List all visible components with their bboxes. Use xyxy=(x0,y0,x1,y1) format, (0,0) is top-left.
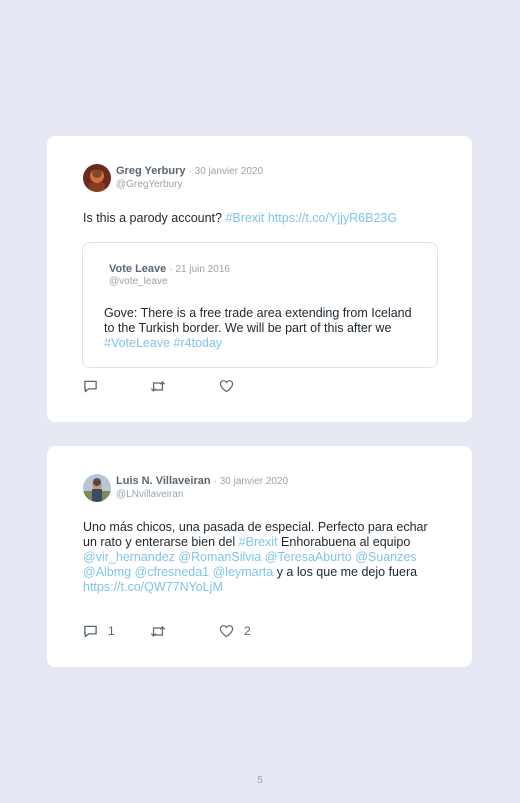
avatar[interactable] xyxy=(83,474,111,502)
quoted-tweet[interactable]: Vote Leave · 21 juin 2016 @vote_leave Go… xyxy=(82,242,438,368)
author-line: Greg Yerbury · 30 janvier 2020 xyxy=(116,165,263,177)
tweet-text-body: Enhorabuena al equipo xyxy=(277,535,411,549)
heart-icon xyxy=(219,625,234,638)
quoted-tweet-text: Gove: There is a free trade area extendi… xyxy=(104,306,422,351)
quoted-author-name: Vote Leave xyxy=(109,263,167,275)
url-link[interactable]: https://t.co/QW77NYoLjM xyxy=(83,580,223,594)
avatar[interactable] xyxy=(83,164,111,192)
tweet-actions xyxy=(83,378,413,394)
heart-icon xyxy=(219,380,234,393)
comment-icon xyxy=(84,625,97,637)
hashtag-link[interactable]: #Brexit xyxy=(239,535,278,549)
comment-icon xyxy=(84,380,97,392)
like-button[interactable]: 2 xyxy=(219,623,251,639)
tweet-actions: 1 2 xyxy=(83,623,413,639)
author-name[interactable]: Luis N. Villaveiran xyxy=(116,475,211,487)
page-number: 5 xyxy=(257,775,263,786)
author-handle[interactable]: @GregYerbury xyxy=(116,179,182,190)
tweet-text-body: Is this a parody account? xyxy=(83,211,226,225)
retweet-button[interactable] xyxy=(150,623,166,639)
retweet-icon xyxy=(150,380,166,392)
quoted-text-body: Gove: There is a free trade area extendi… xyxy=(104,306,412,335)
hashtag-link[interactable]: #r4today xyxy=(174,336,223,350)
hashtag-link[interactable]: #Brexit xyxy=(225,211,264,225)
tweet-text: Is this a parody account? #Brexit https:… xyxy=(83,211,433,226)
quoted-tweet-date: · 21 juin 2016 xyxy=(169,264,230,275)
tweet-date[interactable]: · 30 janvier 2020 xyxy=(214,476,289,487)
reply-button[interactable] xyxy=(83,378,98,394)
author-line: Luis N. Villaveiran · 30 janvier 2020 xyxy=(116,475,288,487)
reply-count: 1 xyxy=(108,624,115,638)
tweet-text: Uno más chicos, una pasada de especial. … xyxy=(83,520,433,595)
hashtag-link[interactable]: #VoteLeave xyxy=(104,336,170,350)
reply-button[interactable]: 1 xyxy=(83,623,115,639)
tweet-card[interactable]: Greg Yerbury · 30 janvier 2020 @GregYerb… xyxy=(47,136,472,422)
tweet-date[interactable]: · 30 janvier 2020 xyxy=(189,166,264,177)
author-name[interactable]: Greg Yerbury xyxy=(116,165,186,177)
tweet-card[interactable]: Luis N. Villaveiran · 30 janvier 2020 @L… xyxy=(47,446,472,667)
like-count: 2 xyxy=(244,624,251,638)
author-handle[interactable]: @LNvillaveiran xyxy=(116,489,183,500)
like-button[interactable] xyxy=(219,378,234,394)
tweet-text-body: y a los que me dejo fuera xyxy=(273,565,418,579)
retweet-icon xyxy=(150,625,166,637)
quoted-author-handle: @vote_leave xyxy=(109,276,168,287)
quoted-author-line: Vote Leave · 21 juin 2016 xyxy=(109,263,230,275)
retweet-button[interactable] xyxy=(150,378,166,394)
url-link[interactable]: https://t.co/YjjyR6B23G xyxy=(268,211,397,225)
